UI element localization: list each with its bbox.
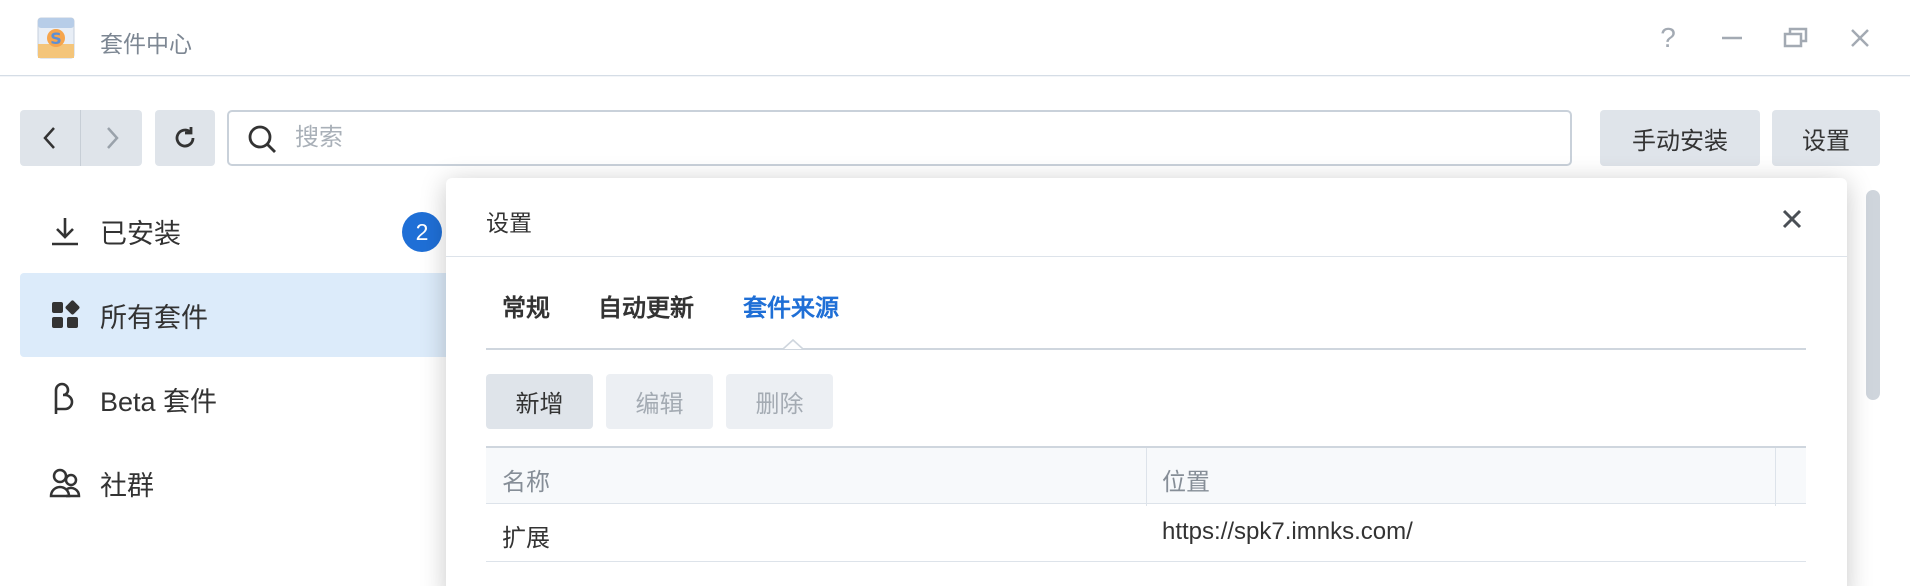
restore-button[interactable] (1778, 20, 1814, 56)
close-icon (1782, 209, 1802, 229)
tab-auto-update[interactable]: 自动更新 (598, 288, 694, 323)
help-icon: ? (1660, 22, 1676, 53)
scrollbar[interactable] (1866, 190, 1880, 400)
sidebar-item-all-packages[interactable]: 所有套件 (20, 273, 450, 357)
dialog-divider (446, 256, 1847, 257)
minimize-icon (1722, 36, 1742, 40)
edit-source-button: 编辑 (606, 374, 713, 429)
forward-button[interactable] (81, 110, 142, 166)
package-sources-table: 名称 位置 扩展 https://spk7.imnks.com/ (486, 446, 1806, 562)
help-button[interactable]: ? (1650, 20, 1686, 56)
svg-text:S: S (50, 29, 62, 48)
add-source-button[interactable]: 新增 (486, 374, 593, 429)
source-name-cell: 扩展 (502, 525, 550, 552)
package-center-icon: S (37, 17, 75, 59)
sidebar-item-label: 已安装 (100, 218, 181, 249)
grid-icon (48, 298, 82, 332)
sidebar-item-label: 社群 (100, 470, 154, 501)
dialog-title: 设置 (486, 210, 532, 236)
column-divider[interactable] (1775, 448, 1776, 506)
refresh-icon (175, 127, 195, 148)
dialog-close-button[interactable] (1771, 198, 1813, 240)
search-box (227, 110, 1572, 166)
back-button[interactable] (20, 110, 81, 166)
chevron-right-icon (106, 127, 119, 149)
title-bar: S 套件中心 ? (0, 0, 1910, 76)
installed-count-badge: 2 (402, 212, 442, 252)
settings-dialog: 设置 常规 自动更新 套件来源 新增 编辑 删除 名称 位置 扩展 https:… (446, 178, 1847, 586)
column-divider[interactable] (1146, 448, 1147, 506)
delete-source-button: 删除 (726, 374, 833, 429)
search-input[interactable] (295, 120, 1495, 156)
chevron-left-icon (43, 127, 55, 149)
community-icon (48, 466, 82, 500)
sidebar-item-community[interactable]: 社群 (20, 441, 450, 525)
sidebar-item-label: 所有套件 (100, 302, 208, 333)
tab-general[interactable]: 常规 (502, 288, 550, 323)
refresh-button[interactable] (155, 110, 215, 166)
table-row[interactable]: 扩展 https://spk7.imnks.com/ (486, 504, 1806, 562)
window-close-button[interactable] (1842, 20, 1878, 56)
search-icon (248, 125, 276, 153)
app-title: 套件中心 (100, 31, 192, 57)
active-tab-caret (783, 338, 803, 350)
tabs-underline (486, 348, 1806, 350)
sidebar: 已安装 2 所有套件 Beta 套件 社群 (20, 189, 450, 525)
column-header-location[interactable]: 位置 (1162, 462, 1210, 497)
manual-install-button[interactable]: 手动安装 (1600, 110, 1760, 166)
tab-package-sources[interactable]: 套件来源 (743, 288, 839, 323)
sidebar-item-beta[interactable]: Beta 套件 (20, 357, 450, 441)
table-header: 名称 位置 (486, 446, 1806, 506)
sidebar-item-label: Beta 套件 (100, 386, 218, 417)
close-icon (1851, 29, 1869, 47)
column-header-name[interactable]: 名称 (502, 462, 550, 497)
beta-icon (48, 382, 82, 416)
settings-button[interactable]: 设置 (1772, 110, 1880, 166)
restore-icon (1783, 27, 1808, 48)
minimize-button[interactable] (1714, 20, 1750, 56)
download-icon (48, 214, 82, 248)
sidebar-item-installed[interactable]: 已安装 2 (20, 189, 450, 273)
source-location-cell: https://spk7.imnks.com/ (1162, 518, 1413, 545)
dialog-tabs: 常规 自动更新 套件来源 (486, 288, 1806, 328)
history-nav (20, 110, 142, 166)
